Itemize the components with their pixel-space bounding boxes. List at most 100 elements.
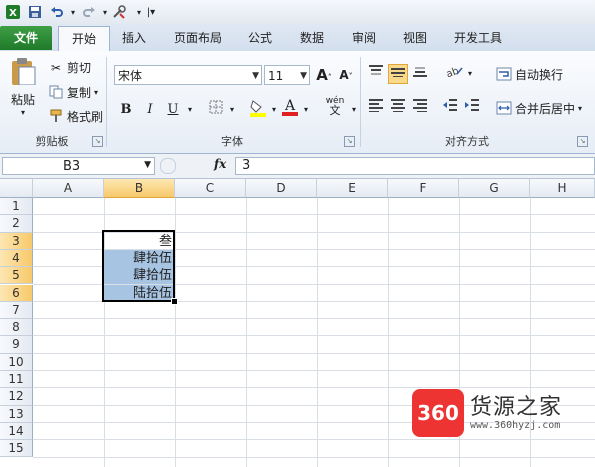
- align-middle-icon[interactable]: [388, 64, 408, 84]
- phonetic-dropdown-icon[interactable]: ▾: [344, 100, 364, 120]
- column-header-g[interactable]: G: [459, 179, 530, 198]
- excel-icon: X: [4, 3, 22, 21]
- gridline: [33, 352, 595, 354]
- font-color-dropdown-icon[interactable]: ▾: [296, 100, 316, 120]
- paste-label: 粘贴: [10, 93, 35, 107]
- tab-page-layout[interactable]: 页面布局: [166, 26, 230, 50]
- increase-indent-icon[interactable]: [462, 98, 482, 118]
- align-top-icon[interactable]: [366, 64, 386, 84]
- underline-dropdown-icon[interactable]: ▾: [180, 100, 200, 120]
- group-divider: [106, 57, 107, 147]
- alignment-dialog-launcher[interactable]: ↘: [577, 136, 588, 147]
- formula-input[interactable]: 3: [235, 157, 595, 175]
- row-header-9[interactable]: 9: [0, 336, 33, 354]
- row-header-10[interactable]: 10: [0, 353, 33, 371]
- align-right-icon[interactable]: [410, 98, 430, 118]
- tab-view[interactable]: 视图: [393, 26, 437, 50]
- insert-function-button[interactable]: fx: [214, 157, 226, 171]
- column-header-c[interactable]: C: [175, 179, 246, 198]
- tab-file[interactable]: 文件: [0, 26, 52, 50]
- row-header-13[interactable]: 13: [0, 405, 33, 423]
- svg-text:A: A: [284, 98, 296, 114]
- wrap-text-label: 自动换行: [515, 68, 564, 82]
- font-name-value: 宋体: [118, 69, 143, 83]
- wrap-text-icon: [496, 67, 512, 83]
- chevron-down-icon: ▼: [252, 71, 259, 81]
- row-header-14[interactable]: 14: [0, 422, 33, 441]
- row-header-1[interactable]: 1: [0, 198, 33, 216]
- font-size-value: 11: [268, 69, 284, 83]
- tab-insert[interactable]: 插入: [112, 26, 156, 50]
- row-header-15[interactable]: 15: [0, 440, 33, 458]
- customize-icon[interactable]: |▾: [142, 3, 160, 21]
- decrease-indent-icon[interactable]: [440, 98, 460, 118]
- selection-border: [102, 230, 175, 302]
- format-painter-button[interactable]: 格式刷: [48, 108, 103, 125]
- cut-label: 剪切: [67, 61, 92, 75]
- save-icon[interactable]: [26, 3, 44, 21]
- column-header-h[interactable]: H: [530, 179, 595, 198]
- copy-dropdown-icon: ▾: [94, 88, 99, 97]
- gridline: [317, 198, 318, 467]
- font-name-combo[interactable]: 宋体 ▼: [114, 65, 262, 85]
- row-header-3[interactable]: 3: [0, 232, 33, 250]
- tab-data[interactable]: 数据: [290, 26, 334, 50]
- column-header-b[interactable]: B: [104, 179, 175, 198]
- column-header-d[interactable]: D: [246, 179, 317, 198]
- font-size-combo[interactable]: 11 ▼: [264, 65, 310, 85]
- row-header-8[interactable]: 8: [0, 319, 33, 337]
- tab-formulas[interactable]: 公式: [238, 26, 282, 50]
- tab-home[interactable]: 开始: [58, 26, 110, 51]
- merge-center-label: 合并后居中: [515, 102, 576, 116]
- align-bottom-icon[interactable]: [410, 64, 430, 84]
- fill-handle[interactable]: [171, 298, 178, 305]
- bold-button[interactable]: B: [116, 100, 136, 120]
- font-dialog-launcher[interactable]: ↘: [344, 136, 355, 147]
- select-all-corner[interactable]: [0, 179, 33, 198]
- name-box-value: B3: [63, 159, 81, 174]
- row-header-4[interactable]: 4: [0, 249, 33, 268]
- tools-icon[interactable]: [110, 3, 128, 21]
- row-header-5[interactable]: 5: [0, 267, 33, 285]
- scissors-icon: ✂: [50, 60, 62, 75]
- cut-button[interactable]: ✂ 剪切: [48, 59, 91, 76]
- row-header-6[interactable]: 6: [0, 284, 33, 302]
- row-header-12[interactable]: 12: [0, 388, 33, 406]
- font-group-label: 字体: [221, 135, 243, 148]
- shrink-font-button[interactable]: A˅: [336, 65, 356, 85]
- copy-button[interactable]: 复制 ▾: [48, 84, 98, 101]
- wrap-text-button[interactable]: 自动换行: [496, 66, 563, 83]
- orientation-dropdown-icon[interactable]: ▾: [460, 64, 480, 84]
- formula-bar-resize-handle[interactable]: [160, 158, 176, 174]
- tab-developer[interactable]: 开发工具: [446, 26, 510, 50]
- column-header-a[interactable]: A: [33, 179, 104, 198]
- borders-dropdown-icon[interactable]: ▾: [222, 100, 242, 120]
- merge-center-dropdown-icon: ▾: [578, 104, 583, 113]
- column-header-e[interactable]: E: [317, 179, 388, 198]
- gridline: [33, 439, 595, 441]
- column-header-f[interactable]: F: [388, 179, 459, 198]
- italic-button[interactable]: I: [140, 100, 160, 120]
- merge-center-icon: [496, 101, 512, 117]
- align-center-icon[interactable]: [388, 98, 408, 118]
- row-header-7[interactable]: 7: [0, 301, 33, 320]
- grow-font-label: A: [316, 66, 328, 84]
- gridline: [175, 198, 176, 467]
- name-box[interactable]: B3 ▼: [2, 157, 155, 175]
- gridline: [33, 318, 595, 320]
- quick-access-toolbar: X ▾ ▾ ▾ |▾: [0, 0, 595, 24]
- clipboard-dialog-launcher[interactable]: ↘: [92, 136, 103, 147]
- grow-font-button[interactable]: A˄: [314, 65, 334, 85]
- row-header-2[interactable]: 2: [0, 215, 33, 233]
- gridline: [33, 456, 595, 458]
- paste-button[interactable]: 粘贴 ▾: [6, 57, 40, 117]
- ribbon-tabs: 文件 开始 插入 页面布局 公式 数据 审阅 视图 开发工具: [0, 24, 595, 52]
- copy-icon: [48, 85, 64, 101]
- brush-icon: [48, 109, 64, 125]
- tab-review[interactable]: 审阅: [342, 26, 386, 50]
- row-header-11[interactable]: 11: [0, 371, 33, 389]
- gridline: [246, 198, 247, 467]
- align-left-icon[interactable]: [366, 98, 386, 118]
- merge-center-button[interactable]: 合并后居中 ▾: [496, 100, 582, 117]
- svg-text:X: X: [9, 8, 17, 19]
